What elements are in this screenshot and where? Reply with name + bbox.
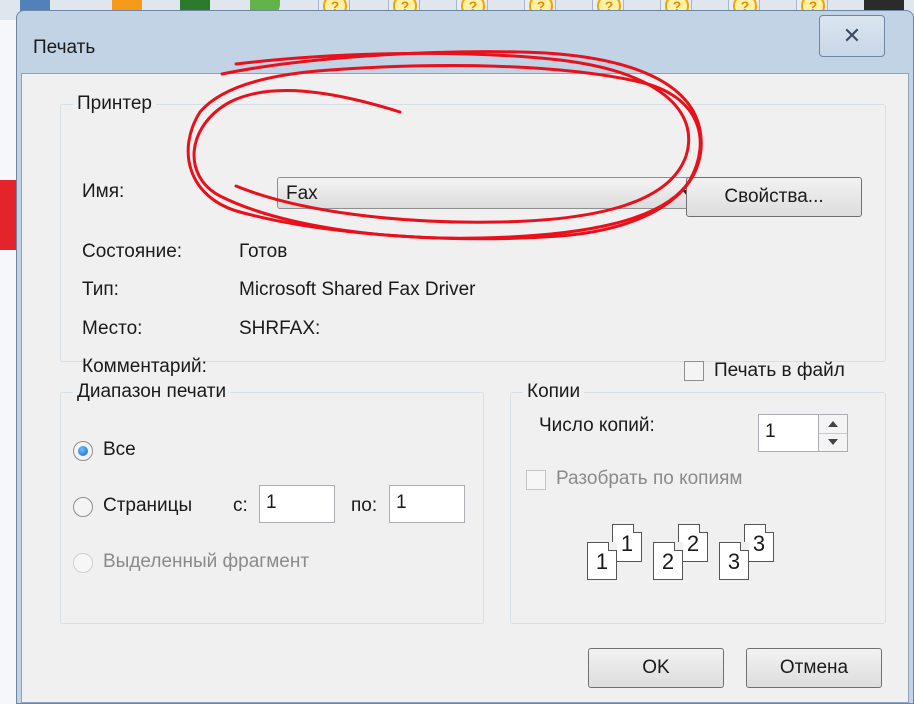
ok-button[interactable]: OK — [588, 648, 724, 688]
spin-down-icon[interactable] — [819, 433, 847, 451]
copies-count-label: Число копий: — [539, 415, 655, 436]
close-button[interactable]: ✕ — [819, 15, 885, 57]
location-value: SHRFAX: — [239, 318, 321, 339]
type-label: Тип: — [82, 279, 119, 300]
range-pages-radio[interactable] — [73, 497, 93, 517]
from-page-input[interactable]: 1 — [259, 485, 335, 523]
dialog-title: Печать — [33, 37, 96, 58]
printer-name-combobox[interactable]: Fax — [277, 177, 705, 209]
properties-button[interactable]: Свойства... — [686, 177, 862, 217]
spin-up-icon[interactable] — [819, 415, 847, 434]
range-selection-label: Выделенный фрагмент — [103, 551, 310, 572]
range-all-radio[interactable] — [73, 441, 93, 461]
printer-name-value: Fax — [286, 183, 318, 204]
copies-spinner — [818, 414, 848, 452]
collate-page: 3 — [719, 542, 749, 580]
print-to-file-checkbox[interactable] — [684, 361, 704, 381]
dialog-client-area: Принтер Имя: Fax Свойства... Состояние: … — [21, 73, 909, 703]
print-to-file-label[interactable]: Печать в файл — [714, 360, 845, 382]
printer-group: Принтер Имя: Fax Свойства... Состояние: … — [60, 93, 886, 381]
close-icon: ✕ — [842, 23, 862, 48]
collate-label: Разобрать по копиям — [556, 468, 743, 489]
copies-group-title: Копии — [523, 381, 585, 403]
printer-group-title: Принтер — [73, 93, 156, 115]
cancel-button-label: Отмена — [779, 657, 849, 678]
range-pages-label[interactable]: Страницы — [103, 495, 192, 517]
to-label: по: — [351, 495, 378, 516]
printer-name-label: Имя: — [82, 181, 125, 202]
print-dialog: Печать ✕ Принтер Имя: Fax Свойства... Со… — [16, 10, 914, 704]
status-label: Состояние: — [82, 241, 183, 262]
range-all-label[interactable]: Все — [103, 439, 136, 461]
comment-label: Комментарий: — [82, 356, 207, 377]
status-value: Готов — [239, 241, 288, 262]
background-red-letter — [0, 180, 16, 250]
collate-page: 1 — [587, 542, 617, 580]
range-selection-radio[interactable] — [73, 553, 93, 573]
cancel-button[interactable]: Отмена — [746, 648, 882, 688]
title-bar[interactable]: Печать ✕ — [17, 11, 913, 73]
to-page-input[interactable]: 1 — [389, 485, 465, 523]
type-value: Microsoft Shared Fax Driver — [239, 279, 476, 300]
location-label: Место: — [82, 318, 143, 339]
collate-page: 2 — [653, 542, 683, 580]
copies-count-input[interactable]: 1 — [758, 414, 820, 452]
properties-button-label: Свойства... — [724, 186, 824, 207]
ok-button-label: OK — [642, 657, 670, 678]
from-label: с: — [233, 495, 248, 516]
collate-checkbox[interactable] — [526, 470, 546, 490]
background-window-edge — [0, 20, 17, 704]
print-range-group: Диапазон печати Все Страницы с: 1 по: 1 … — [60, 381, 484, 624]
print-range-group-title: Диапазон печати — [73, 381, 231, 403]
